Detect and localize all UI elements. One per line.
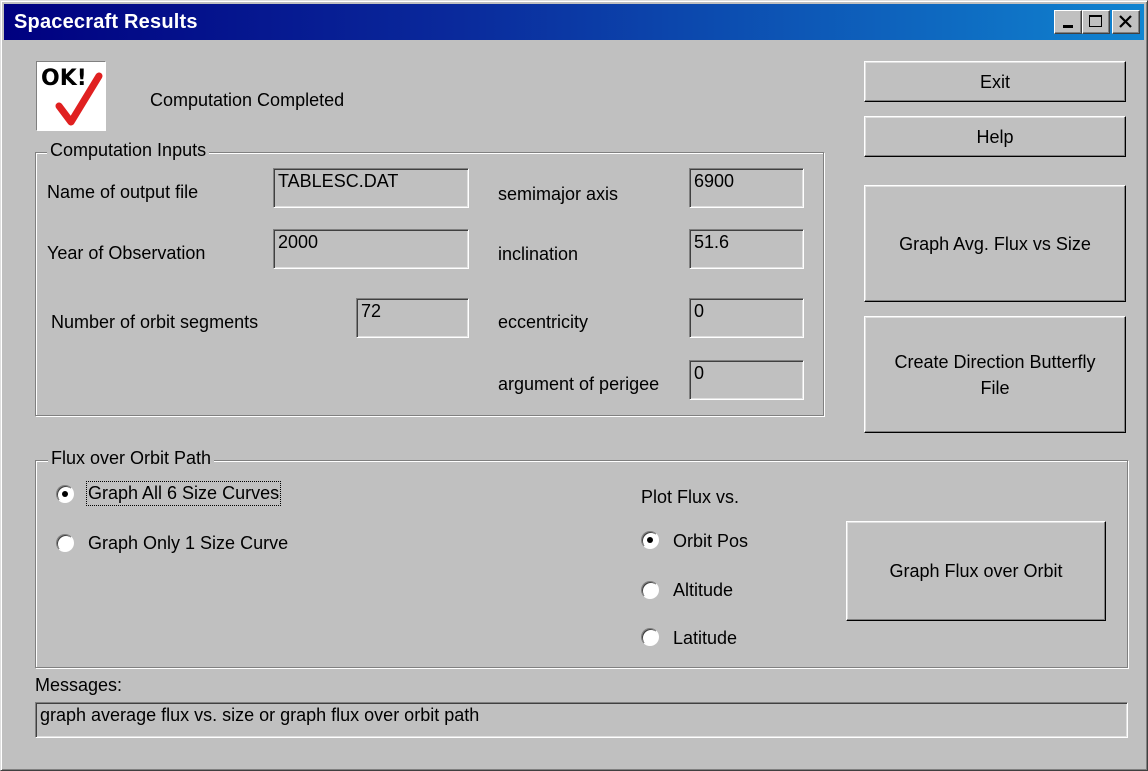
segments-label: Number of orbit segments [51, 312, 259, 332]
spacecraft-results-window: Spacecraft Results OK! Computation Compl… [0, 0, 1148, 771]
maximize-button[interactable] [1082, 10, 1110, 34]
inclination-label: inclination [498, 244, 579, 264]
close-button[interactable] [1112, 10, 1140, 34]
semimajor-field[interactable]: 6900 [689, 168, 804, 208]
help-button[interactable]: Help [864, 116, 1126, 157]
status-message: Computation Completed [150, 90, 345, 110]
create-butterfly-button[interactable]: Create Direction Butterfly File [864, 316, 1126, 433]
inclination-field[interactable]: 51.6 [689, 229, 804, 269]
perigee-label: argument of perigee [498, 374, 660, 394]
checkmark-icon [55, 72, 103, 126]
all-curves-label[interactable]: Graph All 6 Size Curves [85, 481, 282, 506]
radio-dot [62, 491, 68, 497]
graph-flux-orbit-button[interactable]: Graph Flux over Orbit [846, 521, 1106, 621]
one-curve-label[interactable]: Graph Only 1 Size Curve [88, 533, 288, 554]
title-bar[interactable]: Spacecraft Results [4, 4, 1144, 40]
butterfly-label-line1: Create Direction Butterfly [894, 351, 1096, 372]
segments-field[interactable]: 72 [356, 298, 469, 338]
computation-inputs-title: Computation Inputs [47, 140, 210, 161]
altitude-label[interactable]: Altitude [673, 580, 733, 601]
perigee-field[interactable]: 0 [689, 360, 804, 400]
maximize-icon [1089, 15, 1102, 27]
eccentricity-field[interactable]: 0 [689, 298, 804, 338]
latitude-label[interactable]: Latitude [673, 628, 737, 649]
minimize-icon [1063, 25, 1073, 28]
graph-avg-flux-button[interactable]: Graph Avg. Flux vs Size [864, 185, 1126, 302]
semimajor-label: semimajor axis [498, 184, 619, 204]
one-curve-radio[interactable] [56, 534, 74, 552]
year-field[interactable]: 2000 [273, 229, 469, 269]
messages-label: Messages: [35, 675, 123, 695]
latitude-radio[interactable] [641, 628, 659, 646]
year-label: Year of Observation [47, 243, 206, 263]
exit-button[interactable]: Exit [864, 61, 1126, 102]
eccentricity-label: eccentricity [498, 312, 589, 332]
flux-group-title: Flux over Orbit Path [48, 448, 215, 469]
plot-flux-vs-label: Plot Flux vs. [641, 487, 740, 507]
orbit-pos-radio[interactable] [641, 531, 659, 549]
orbit-pos-label[interactable]: Orbit Pos [673, 531, 748, 552]
all-curves-radio[interactable] [56, 485, 74, 503]
close-icon [1119, 15, 1132, 28]
radio-dot [647, 537, 653, 543]
ok-check-icon: OK! [36, 61, 106, 131]
messages-field: graph average flux vs. size or graph flu… [35, 702, 1128, 738]
butterfly-label-line2: File [980, 377, 1010, 398]
altitude-radio[interactable] [641, 581, 659, 599]
output-file-field[interactable]: TABLESC.DAT [273, 168, 469, 208]
window-title: Spacecraft Results [14, 11, 198, 33]
output-file-label: Name of output file [47, 182, 199, 202]
minimize-button[interactable] [1054, 10, 1082, 34]
